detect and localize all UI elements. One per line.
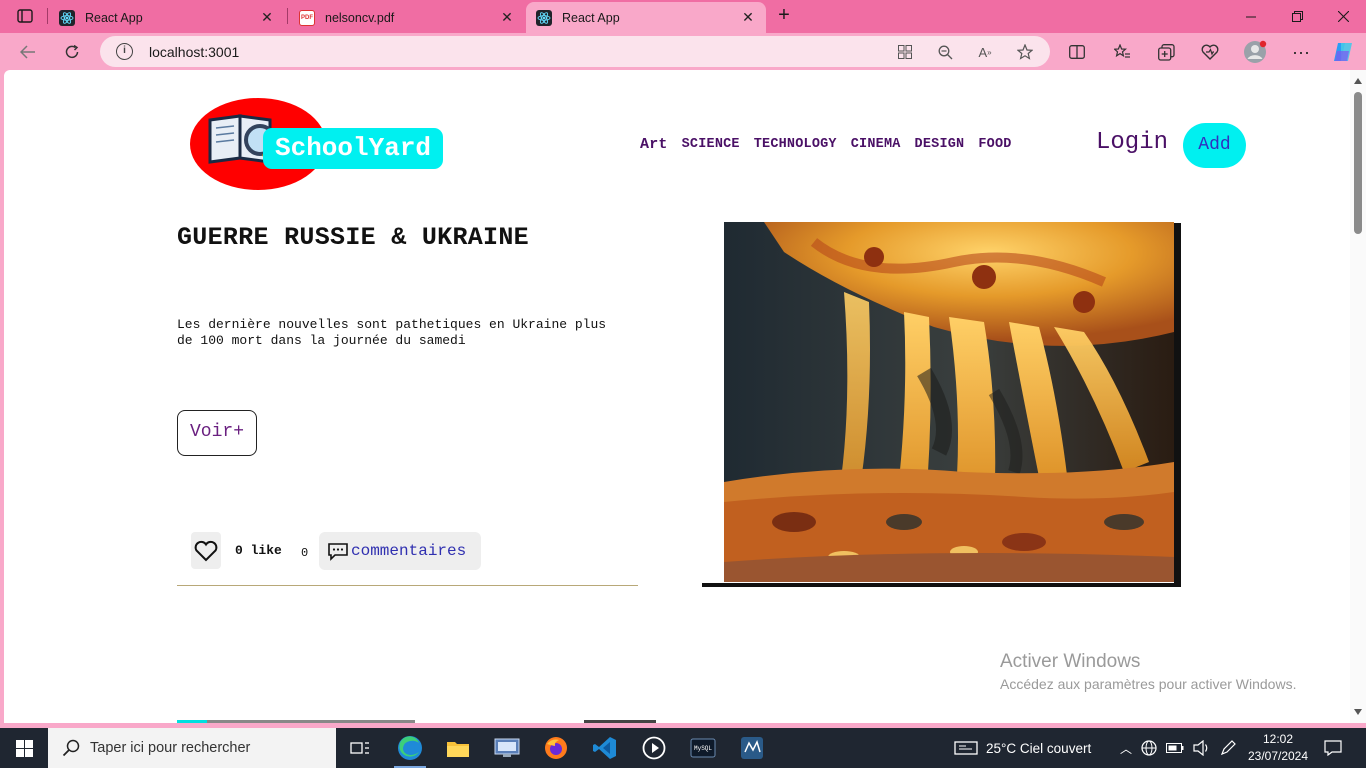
tab-react-app-active[interactable]: React App ✕ <box>526 2 766 33</box>
favorite-star-icon[interactable] <box>1015 42 1035 62</box>
favorites-icon[interactable] <box>1108 38 1136 66</box>
new-tab-icon[interactable]: + <box>772 4 796 28</box>
minimize-icon[interactable] <box>1228 0 1274 33</box>
close-window-icon[interactable] <box>1320 0 1366 33</box>
nav-cinema[interactable]: CINEMA <box>851 137 901 153</box>
firefox-icon[interactable] <box>532 728 580 768</box>
remote-desktop-icon[interactable] <box>483 728 531 768</box>
tab-title: React App <box>85 10 143 25</box>
next-card-preview <box>584 720 656 723</box>
close-tab-icon[interactable]: ✕ <box>499 9 515 26</box>
page-scrollbar[interactable] <box>1350 70 1366 723</box>
nav-science[interactable]: SCIENCE <box>682 137 740 153</box>
react-favicon-icon <box>536 9 552 26</box>
browser-essentials-icon[interactable] <box>1196 38 1224 66</box>
weather-text: 25°C Ciel couvert <box>986 740 1092 756</box>
react-favicon-icon <box>59 9 75 26</box>
vscode-icon[interactable] <box>581 728 629 768</box>
login-link[interactable]: Login <box>1096 129 1168 156</box>
mysql-shell-icon[interactable]: MySQL <box>679 728 727 768</box>
next-card-preview <box>177 720 207 723</box>
site-info-icon[interactable]: i <box>116 43 133 60</box>
nav-food[interactable]: FOOD <box>978 137 1011 153</box>
tab-separator <box>287 8 288 24</box>
zoom-icon[interactable] <box>935 42 955 62</box>
like-button[interactable] <box>191 532 221 569</box>
system-clock[interactable]: 12:02 23/07/2024 <box>1240 731 1316 765</box>
pen-ink-icon[interactable] <box>1220 740 1236 756</box>
logo-text: SchoolYard <box>263 128 444 169</box>
windows-start-icon[interactable] <box>0 728 48 768</box>
watermark-subtitle: Accédez aux paramètres pour activer Wind… <box>1000 676 1297 692</box>
post-divider <box>177 585 638 586</box>
system-tray: ︿ <box>1120 728 1236 768</box>
chat-bubble-icon <box>328 542 348 561</box>
comment-count: 0 <box>301 546 309 560</box>
clock-time: 12:02 <box>1262 732 1294 746</box>
taskbar-search[interactable]: Taper ici pour rechercher <box>48 728 336 768</box>
next-card-preview <box>207 720 415 723</box>
nav-art[interactable]: Art <box>640 136 668 153</box>
nav-design[interactable]: DESIGN <box>915 137 965 153</box>
heart-icon <box>194 540 218 561</box>
post-image <box>724 222 1174 582</box>
battery-icon[interactable] <box>1166 742 1184 754</box>
chevron-up-icon[interactable]: ︿ <box>1120 740 1132 757</box>
tab-actions-icon[interactable] <box>8 4 42 28</box>
tab-react-app-1[interactable]: React App ✕ <box>49 2 285 33</box>
media-player-icon[interactable] <box>630 728 678 768</box>
pdf-favicon-icon: PDF <box>299 9 315 26</box>
windows-taskbar: Taper ici pour rechercher MySQL 25°C Cie… <box>0 728 1366 768</box>
url-text: localhost:3001 <box>149 44 240 60</box>
search-placeholder: Taper ici pour rechercher <box>90 740 251 756</box>
post-description: Les dernière nouvelles sont pathetiques … <box>177 317 607 348</box>
refresh-icon[interactable] <box>58 38 86 66</box>
close-tab-icon[interactable]: ✕ <box>259 9 275 26</box>
scroll-up-icon[interactable] <box>1354 78 1362 84</box>
comments-label: commentaires <box>351 542 467 560</box>
comments-button[interactable]: commentaires <box>319 532 481 570</box>
activate-windows-watermark: Activer Windows Accédez aux paramètres p… <box>1000 651 1296 692</box>
scrollbar-thumb[interactable] <box>1354 92 1362 234</box>
page-viewport: SchoolYard Art SCIENCE TECHNOLOGY CINEMA… <box>4 70 1366 723</box>
browser-tab-strip: React App ✕ PDF nelsoncv.pdf ✕ React App… <box>0 0 1366 33</box>
svg-text:MySQL: MySQL <box>694 745 712 752</box>
scroll-down-icon[interactable] <box>1354 709 1362 715</box>
weather-widget[interactable]: 25°C Ciel couvert <box>954 728 1091 768</box>
tab-title: nelsoncv.pdf <box>325 10 395 25</box>
post-title: GUERRE RUSSIE & UKRAINE <box>177 223 529 252</box>
collections-icon[interactable] <box>1152 38 1180 66</box>
category-nav: Art SCIENCE TECHNOLOGY CINEMA DESIGN FOO… <box>640 136 1012 153</box>
search-icon <box>62 739 80 757</box>
back-arrow-icon[interactable] <box>14 38 42 66</box>
schoolyard-logo[interactable]: SchoolYard <box>190 98 458 190</box>
browser-toolbar: i localhost:3001 A» ··· <box>0 33 1366 70</box>
like-count: 0 like <box>235 543 282 558</box>
profile-avatar-icon[interactable] <box>1241 38 1269 66</box>
watermark-title: Activer Windows <box>1000 651 1141 672</box>
split-screen-icon[interactable] <box>1063 38 1091 66</box>
tab-nelsoncv-pdf[interactable]: PDF nelsoncv.pdf ✕ <box>289 2 525 33</box>
notifications-icon[interactable] <box>1324 728 1342 768</box>
add-button[interactable]: Add <box>1183 123 1246 168</box>
globe-network-icon[interactable] <box>1141 740 1157 756</box>
task-view-icon[interactable] <box>336 728 384 768</box>
copilot-icon[interactable] <box>1329 38 1357 66</box>
volume-icon[interactable] <box>1193 740 1211 756</box>
nav-technology[interactable]: TECHNOLOGY <box>754 137 837 153</box>
mysql-workbench-icon[interactable] <box>728 728 776 768</box>
read-aloud-icon[interactable]: A» <box>975 42 995 62</box>
clock-date: 23/07/2024 <box>1247 749 1309 763</box>
more-options-icon[interactable]: ··· <box>1287 38 1315 66</box>
file-explorer-icon[interactable] <box>434 728 482 768</box>
weather-icon <box>954 741 978 755</box>
tab-separator <box>47 8 48 24</box>
app-available-icon[interactable] <box>895 42 915 62</box>
close-tab-icon[interactable]: ✕ <box>740 9 756 26</box>
edge-taskbar-icon[interactable] <box>386 728 434 768</box>
restore-icon[interactable] <box>1274 0 1320 33</box>
voir-plus-button[interactable]: Voir+ <box>177 410 257 456</box>
address-bar[interactable]: i localhost:3001 A» <box>100 36 1050 67</box>
tab-title: React App <box>562 10 620 25</box>
